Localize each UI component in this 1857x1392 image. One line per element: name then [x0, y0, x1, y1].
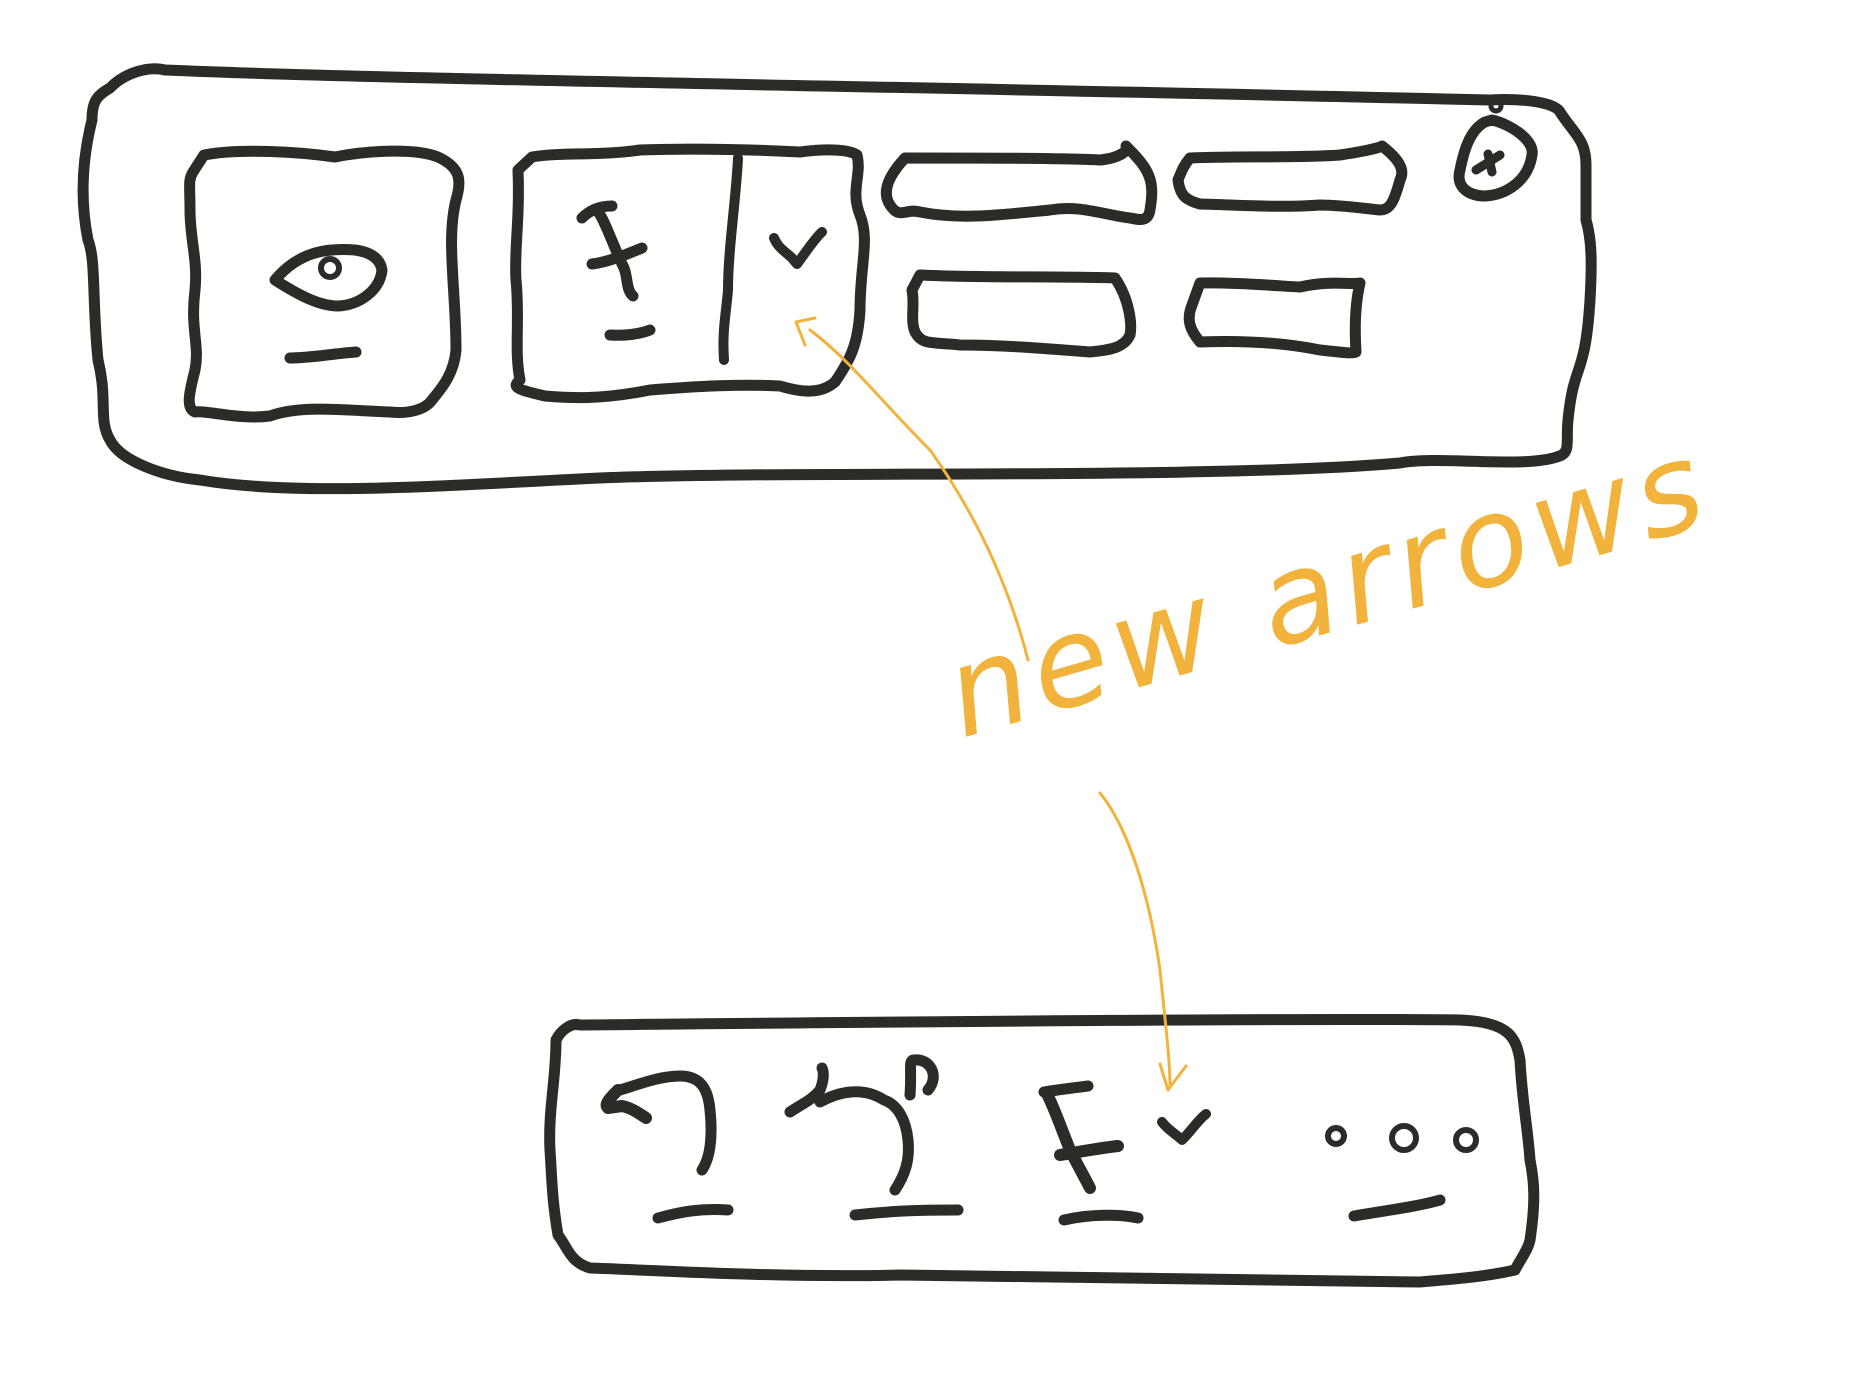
input-field-3[interactable] — [906, 269, 1137, 358]
top-toolbar — [77, 63, 1597, 495]
input-field-2[interactable] — [1172, 140, 1408, 216]
arrow-to-bottom-checkmark — [1098, 791, 1172, 1087]
undo-icon — [600, 1070, 717, 1176]
bottom-toolbar — [544, 1013, 1540, 1288]
bookmark-label-line — [1058, 1209, 1144, 1226]
bookmark-icon — [1038, 1080, 1124, 1194]
view-button-label-line — [284, 346, 362, 364]
sketch-page: { "colors": { "ink": "#2b2b27", "annotat… — [0, 0, 1857, 1392]
undo-button[interactable] — [600, 1070, 734, 1224]
input-field-group — [880, 140, 1408, 359]
new-arrows-annotation: new arrows — [794, 316, 1725, 1092]
bookmark-split-button-frame — [510, 143, 870, 404]
bookmark-label-line — [604, 324, 656, 341]
sketch-canvas: new arrows — [77, 63, 1725, 1288]
bookmark-icon — [576, 200, 648, 302]
arrow-head-bottom — [1158, 1062, 1188, 1092]
redo-button[interactable] — [784, 1054, 964, 1221]
checkmark-dropdown-icon — [1157, 1109, 1211, 1145]
bookmark-split-button[interactable] — [1038, 1080, 1211, 1226]
top-toolbar-frame — [77, 63, 1597, 495]
eye-icon — [269, 243, 388, 312]
checkmark-dropdown-icon — [769, 227, 827, 269]
view-button[interactable] — [183, 145, 465, 423]
split-button-divider — [718, 153, 743, 365]
more-options-icon — [1325, 1123, 1479, 1153]
redo-icon — [784, 1054, 939, 1196]
input-field-1[interactable] — [880, 140, 1158, 225]
user-avatar-icon[interactable] — [1453, 98, 1538, 202]
redo-label-line — [849, 1204, 964, 1221]
bookmark-split-button[interactable] — [510, 143, 870, 404]
input-field-4[interactable] — [1183, 277, 1366, 359]
more-button[interactable] — [1325, 1123, 1479, 1222]
undo-label-line — [652, 1204, 734, 1224]
view-button-frame — [183, 145, 465, 423]
more-label-line — [1348, 1194, 1446, 1222]
bottom-toolbar-frame — [544, 1013, 1540, 1288]
